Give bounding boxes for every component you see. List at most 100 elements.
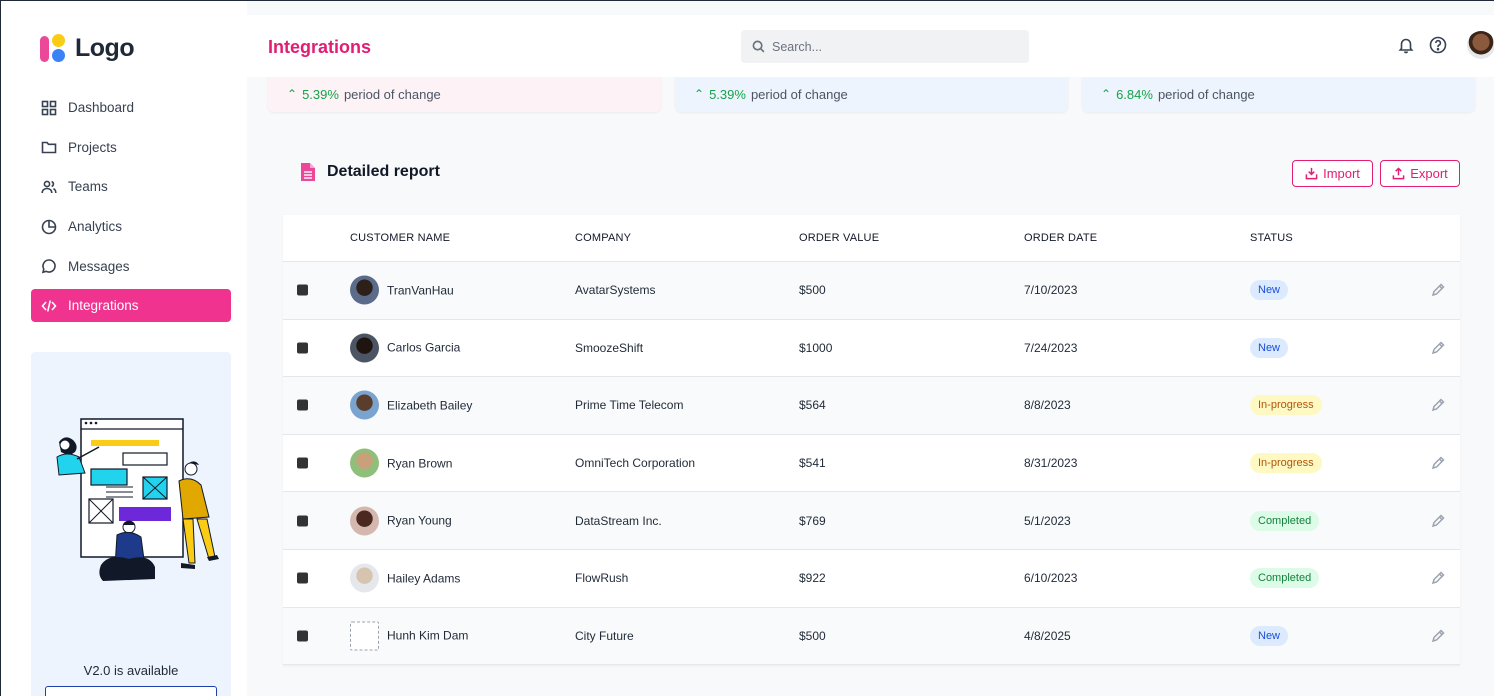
sidebar: Logo Dashboard Projects Teams Analytics …	[2, 2, 247, 696]
company-cell: Prime Time Telecom	[575, 398, 684, 413]
folder-icon	[41, 141, 57, 154]
customer-cell: Ryan Brown	[350, 448, 452, 478]
column-header[interactable]: ORDER VALUE	[799, 232, 879, 244]
search-input[interactable]	[772, 39, 1012, 54]
customer-name: Ryan Young	[387, 513, 452, 528]
order-date-cell: 7/10/2023	[1024, 283, 1078, 298]
row-checkbox[interactable]	[297, 457, 308, 469]
upgrade-promo-card: V2.0 is available	[31, 352, 231, 696]
code-icon	[41, 300, 57, 312]
search-box[interactable]	[741, 30, 1029, 63]
table-row[interactable]: Elizabeth Bailey Prime Time Telecom $564 8/…	[283, 377, 1460, 435]
sidebar-item-label: Teams	[68, 179, 108, 195]
table-row[interactable]: Carlos Garcia SmoozeShift $1000 7/24/2023 Ne…	[283, 320, 1460, 378]
sidebar-item-dashboard[interactable]: Dashboard	[31, 91, 231, 124]
team-illustration	[56, 418, 219, 581]
sidebar-item-messages[interactable]: Messages	[31, 250, 231, 283]
order-value-cell: $564	[799, 398, 826, 413]
promo-button[interactable]	[45, 686, 217, 696]
company-cell: SmoozeShift	[575, 340, 644, 355]
order-date-cell: 8/8/2023	[1024, 398, 1071, 413]
page-title: Integrations	[268, 37, 372, 57]
edit-icon[interactable]	[1431, 341, 1445, 355]
logo-text: Logo	[75, 34, 135, 62]
customer-name: Hunh Kim Dam	[387, 628, 469, 643]
edit-icon[interactable]	[1431, 571, 1445, 585]
logo[interactable]: Logo	[40, 34, 135, 63]
stat-percent: 6.84%	[1116, 86, 1153, 102]
table-row[interactable]: Hunh Kim Dam City Future $500 4/8/2025 New	[283, 607, 1460, 666]
stat-card: ⌃ 5.39% period of change	[675, 76, 1068, 112]
order-date-cell: 6/10/2023	[1024, 571, 1078, 586]
document-icon	[301, 163, 315, 181]
row-checkbox[interactable]	[297, 284, 308, 296]
customer-name: Carlos Garcia	[387, 340, 461, 355]
export-button[interactable]: Export	[1380, 160, 1460, 187]
order-value-cell: $500	[799, 283, 826, 298]
edit-icon[interactable]	[1431, 514, 1445, 528]
column-header[interactable]: COMPANY	[575, 232, 631, 244]
customer-cell: Hunh Kim Dam	[350, 621, 469, 651]
company-cell: DataStream Inc.	[575, 513, 662, 528]
bell-icon[interactable]	[1397, 36, 1415, 54]
status-badge: In-progress	[1250, 395, 1322, 416]
order-value-cell: $1000	[799, 340, 833, 355]
row-checkbox[interactable]	[297, 515, 308, 527]
table-header: CUSTOMER NAME COMPANY ORDER VALUE ORDER …	[283, 215, 1460, 262]
column-header[interactable]: ORDER DATE	[1024, 232, 1097, 244]
import-button[interactable]: Import	[1292, 160, 1373, 187]
row-checkbox[interactable]	[297, 630, 308, 642]
table-row[interactable]: Ryan Brown OmniTech Corporation $541 8/31/2…	[283, 435, 1460, 493]
report-header: Detailed report	[299, 162, 440, 182]
row-checkbox[interactable]	[297, 342, 308, 354]
row-checkbox[interactable]	[297, 572, 308, 584]
import-icon	[1305, 167, 1318, 180]
import-label: Import	[1323, 166, 1360, 181]
edit-icon[interactable]	[1431, 629, 1445, 643]
arrow-up-icon: ⌃	[1101, 87, 1112, 101]
column-header[interactable]: STATUS	[1250, 232, 1293, 244]
customer-cell: Elizabeth Bailey	[350, 390, 473, 420]
order-value-cell: $541	[799, 456, 826, 471]
table-row[interactable]: Hailey Adams FlowRush $922 6/10/2023 Complet…	[283, 550, 1460, 608]
sidebar-item-integrations[interactable]: Integrations	[31, 289, 231, 323]
edit-icon[interactable]	[1431, 283, 1445, 297]
avatar	[350, 390, 379, 420]
export-label: Export	[1410, 166, 1448, 181]
stat-card: ⌃ 5.39% period of change	[268, 76, 661, 112]
table-row[interactable]: TranVanHau AvatarSystems $500 7/10/2023 New	[283, 262, 1460, 320]
avatar	[350, 275, 379, 305]
customer-cell: Hailey Adams	[350, 563, 461, 593]
order-date-cell: 8/31/2023	[1024, 456, 1078, 471]
app-frame: Logo Dashboard Projects Teams Analytics …	[0, 0, 1494, 696]
sidebar-item-teams[interactable]: Teams	[31, 170, 231, 203]
column-header[interactable]: CUSTOMER NAME	[350, 232, 450, 244]
sidebar-item-label: Messages	[68, 258, 130, 274]
stat-card: ⌃ 6.84% period of change	[1082, 76, 1475, 112]
order-value-cell: $769	[799, 513, 826, 528]
sidebar-item-analytics[interactable]: Analytics	[31, 210, 231, 243]
user-avatar[interactable]	[1467, 31, 1494, 59]
status-badge: New	[1250, 337, 1289, 358]
edit-icon[interactable]	[1431, 398, 1445, 412]
sidebar-item-label: Analytics	[68, 219, 123, 235]
company-cell: FlowRush	[575, 571, 629, 586]
row-checkbox[interactable]	[297, 399, 308, 411]
order-date-cell: 5/1/2023	[1024, 513, 1071, 528]
arrow-up-icon: ⌃	[287, 87, 298, 101]
export-icon	[1392, 167, 1405, 180]
status-badge: Completed	[1250, 510, 1320, 531]
avatar	[350, 448, 379, 478]
customer-name: Hailey Adams	[387, 571, 461, 586]
stat-label: period of change	[1157, 86, 1255, 102]
top-bar: Integrations	[247, 15, 1494, 77]
customer-name: TranVanHau	[387, 283, 454, 298]
arrow-up-icon: ⌃	[694, 87, 705, 101]
help-icon[interactable]	[1429, 36, 1447, 54]
table-row[interactable]: Ryan Young DataStream Inc. $769 5/1/2023 Com…	[283, 492, 1460, 550]
status-badge: New	[1250, 280, 1289, 301]
edit-icon[interactable]	[1431, 456, 1445, 470]
customer-name: Elizabeth Bailey	[387, 398, 473, 413]
sidebar-item-projects[interactable]: Projects	[31, 131, 231, 164]
stat-percent: 5.39%	[709, 86, 746, 102]
